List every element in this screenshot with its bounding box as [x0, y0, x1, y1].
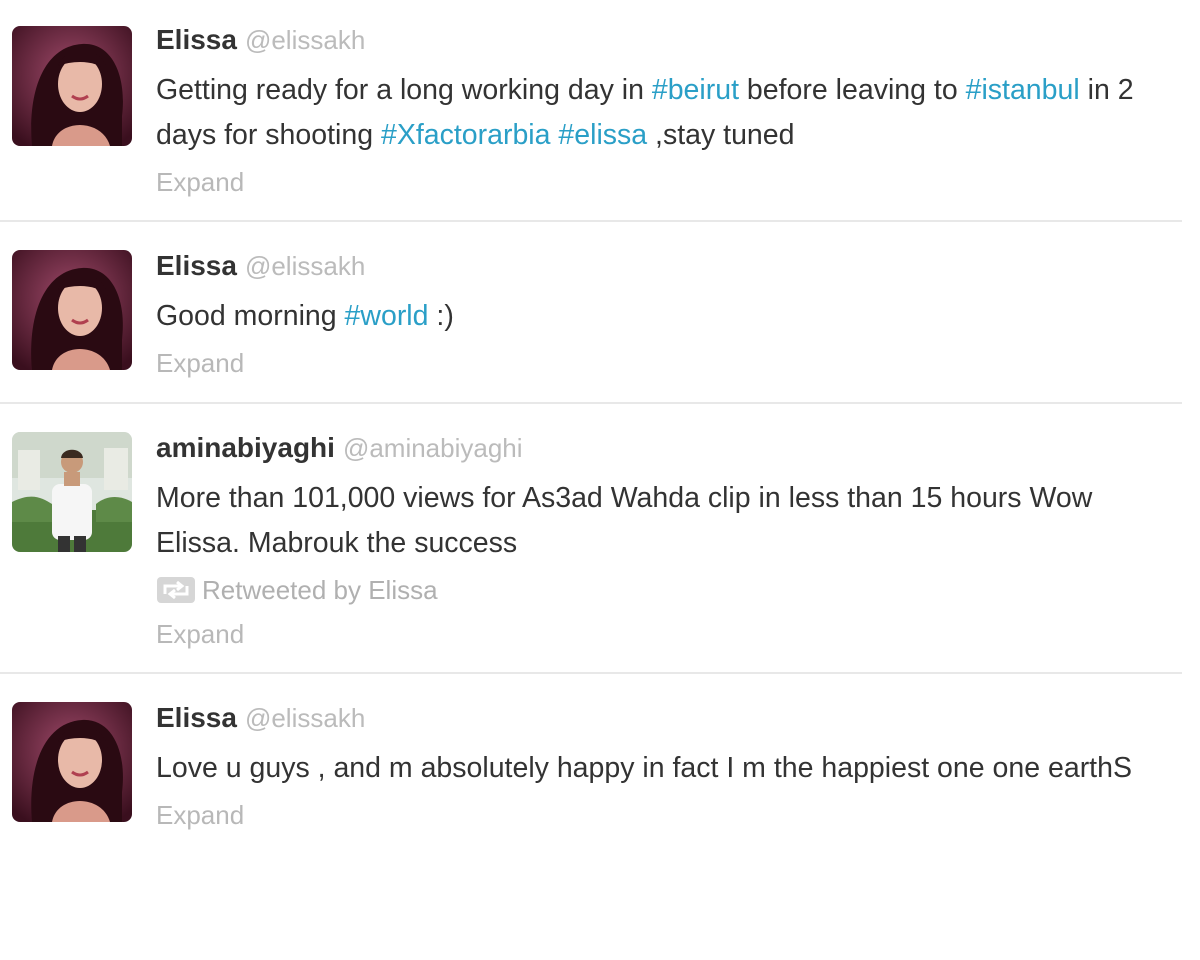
elissa-avatar[interactable] — [12, 26, 132, 146]
tweet-text: Love u guys , and m absolutely happy in … — [156, 746, 1182, 791]
tweet-text-segment: before leaving to — [739, 74, 966, 106]
tweet-text-segment: Love u guys , and m absolutely happy in … — [156, 752, 1132, 784]
elissa-avatar[interactable] — [12, 250, 132, 370]
hashtag-link[interactable]: #beirut — [652, 74, 739, 106]
user-handle[interactable]: @elissakh — [245, 251, 365, 281]
tweet-item[interactable]: Elissa @elissakh Love u guys , and m abso… — [0, 674, 1182, 874]
tweet-item[interactable]: Elissa @elissakh Getting ready for a long… — [0, 0, 1182, 222]
tweet-text: Good morning #world :) — [156, 294, 1182, 339]
user-name[interactable]: Elissa — [156, 24, 237, 55]
tweet-text: More than 101,000 views for As3ad Wahda … — [156, 476, 1182, 566]
retweet-icon — [156, 575, 196, 604]
hashtag-link[interactable]: #elissa — [558, 119, 647, 151]
user-handle[interactable]: @aminabiyaghi — [343, 433, 523, 463]
tweet-text-segment: Good morning — [156, 300, 345, 332]
tweet-item[interactable]: Elissa @elissakh Good morning #world :) E… — [0, 222, 1182, 404]
expand-link[interactable]: Expand — [156, 795, 1182, 835]
retweet-indicator: Retweeted by Elissa — [156, 570, 1182, 610]
tweet-item[interactable]: aminabiyaghi @aminabiyaghi More than 101,… — [0, 404, 1182, 674]
hashtag-link[interactable]: #world — [345, 300, 429, 332]
retweeted-by-label: Retweeted by Elissa — [202, 575, 438, 605]
tweet-text-segment: :) — [428, 300, 454, 332]
hashtag-link[interactable]: #Xfactorarbia — [381, 119, 551, 151]
user-name[interactable]: Elissa — [156, 702, 237, 733]
user-handle[interactable]: @elissakh — [245, 25, 365, 55]
tweet-text-segment: More than 101,000 views for As3ad Wahda … — [156, 482, 1093, 559]
expand-link[interactable]: Expand — [156, 162, 1182, 202]
expand-link[interactable]: Expand — [156, 614, 1182, 654]
aminabiyaghi-avatar[interactable] — [12, 432, 132, 552]
tweet-text: Getting ready for a long working day in … — [156, 68, 1182, 158]
user-name[interactable]: Elissa — [156, 250, 237, 281]
user-name[interactable]: aminabiyaghi — [156, 432, 335, 463]
elissa-avatar[interactable] — [12, 702, 132, 822]
tweet-text-segment: ,stay tuned — [647, 119, 795, 151]
hashtag-link[interactable]: #istanbul — [966, 74, 1080, 106]
user-handle[interactable]: @elissakh — [245, 703, 365, 733]
tweet-text-segment: Getting ready for a long working day in — [156, 74, 652, 106]
expand-link[interactable]: Expand — [156, 343, 1182, 383]
